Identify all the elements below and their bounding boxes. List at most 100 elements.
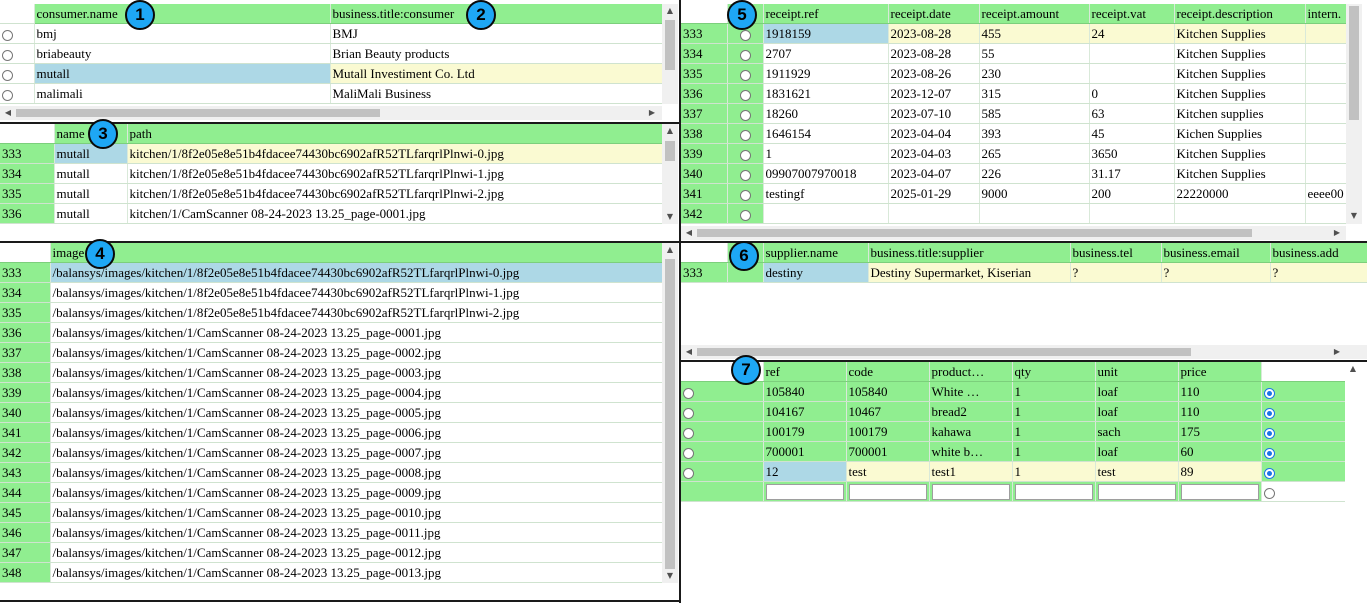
table-row[interactable]: 104167 10467 bread2 1 loaf 110 bbox=[681, 401, 1346, 423]
receipt-date-cell[interactable]: 2023-04-07 bbox=[888, 163, 980, 185]
image-path-cell[interactable]: /balansys/images/kitchen/1/CamScanner 08… bbox=[50, 422, 663, 444]
table-row[interactable]: 336 mutall kitchen/1/CamScanner 08-24-20… bbox=[0, 203, 663, 225]
column-header[interactable]: receipt.description bbox=[1174, 4, 1306, 25]
table-row[interactable]: malimali MaliMali Business bbox=[0, 83, 663, 105]
receipt-amount-cell[interactable]: 455 bbox=[979, 23, 1090, 45]
path-cell[interactable]: kitchen/1/CamScanner 08-24-2023 13.25_pa… bbox=[127, 203, 663, 225]
row-radio[interactable] bbox=[727, 183, 764, 205]
receipt-amount-cell[interactable]: 230 bbox=[979, 63, 1090, 85]
path-cell[interactable]: kitchen/1/8f2e05e8e51b4fdacee74430bc6902… bbox=[127, 183, 663, 205]
vertical-scrollbar[interactable]: ▲ ▼ bbox=[662, 124, 678, 224]
item-qty-cell[interactable]: 1 bbox=[1012, 381, 1096, 403]
row-radio[interactable] bbox=[727, 43, 764, 65]
receipt-date-cell[interactable]: 2023-12-07 bbox=[888, 83, 980, 105]
item-code-cell[interactable]: 10467 bbox=[846, 401, 930, 423]
radio-button[interactable] bbox=[739, 189, 751, 201]
horizontal-scrollbar[interactable]: ◀ ▶ bbox=[681, 226, 1346, 240]
business-title-cell[interactable]: Mutall Investiment Co. Ltd bbox=[330, 63, 663, 85]
item-product-cell[interactable]: test1 bbox=[929, 461, 1013, 483]
path-cell[interactable]: kitchen/1/8f2e05e8e51b4fdacee74430bc6902… bbox=[127, 163, 663, 185]
image-path-cell[interactable]: /balansys/images/kitchen/1/8f2e05e8e51b4… bbox=[50, 302, 663, 324]
business-title-cell[interactable]: BMJ bbox=[330, 23, 663, 45]
receipt-description-cell[interactable]: Kitchen Supplies bbox=[1174, 23, 1306, 45]
image-path-cell[interactable]: /balansys/images/kitchen/1/8f2e05e8e51b4… bbox=[50, 262, 663, 284]
receipt-date-cell[interactable]: 2023-08-26 bbox=[888, 63, 980, 85]
column-header[interactable]: business.title:supplier bbox=[868, 243, 1071, 264]
table-row[interactable]: 338 1646154 2023-04-04 393 45 Kichen Supplies bbox=[681, 123, 1347, 145]
receipt-amount-cell[interactable]: 265 bbox=[979, 143, 1090, 165]
image-path-cell[interactable]: /balansys/images/kitchen/1/8f2e05e8e51b4… bbox=[50, 282, 663, 304]
item-code-cell[interactable]: test bbox=[846, 461, 930, 483]
supplier-tel-cell[interactable]: ? bbox=[1070, 262, 1162, 284]
receipt-description-cell[interactable]: Kitchen Supplies bbox=[1174, 143, 1306, 165]
row-radio[interactable] bbox=[727, 203, 764, 225]
scroll-down-arrow-icon[interactable]: ▼ bbox=[662, 210, 678, 224]
receipt-date-cell[interactable]: 2023-08-28 bbox=[888, 43, 980, 65]
item-price-cell[interactable]: 89 bbox=[1178, 461, 1262, 483]
horizontal-scrollbar[interactable]: ◀ ▶ bbox=[0, 106, 662, 120]
new-item-row[interactable] bbox=[681, 481, 1346, 503]
item-unit-cell[interactable]: loaf bbox=[1095, 441, 1179, 463]
radio-button[interactable] bbox=[739, 69, 751, 81]
row-radio[interactable] bbox=[727, 143, 764, 165]
item-qty-cell[interactable]: 1 bbox=[1012, 421, 1096, 443]
new-item-product-input[interactable] bbox=[931, 483, 1010, 500]
scrollbar-thumb[interactable] bbox=[1349, 6, 1359, 120]
scrollbar-thumb[interactable] bbox=[665, 20, 675, 70]
receipt-description-cell[interactable]: Kitchen supplies bbox=[1174, 103, 1306, 125]
image-path-cell[interactable]: /balansys/images/kitchen/1/CamScanner 08… bbox=[50, 542, 663, 564]
image-path-cell[interactable]: /balansys/images/kitchen/1/CamScanner 08… bbox=[50, 562, 663, 584]
receipt-amount-cell[interactable]: 9000 bbox=[979, 183, 1090, 205]
scroll-right-arrow-icon[interactable]: ▶ bbox=[644, 106, 660, 120]
receipt-date-cell[interactable]: 2023-04-03 bbox=[888, 143, 980, 165]
item-select-radio[interactable] bbox=[1261, 401, 1346, 423]
item-select-radio[interactable] bbox=[1261, 461, 1346, 483]
row-radio[interactable] bbox=[727, 123, 764, 145]
table-row[interactable]: 341 testingf 2025-01-29 9000 200 22220000 eeee… bbox=[681, 183, 1347, 205]
column-header[interactable]: intern. bbox=[1305, 4, 1347, 25]
item-price-cell[interactable]: 110 bbox=[1178, 401, 1262, 423]
supplier-name-cell[interactable]: destiny bbox=[763, 262, 869, 284]
new-item-product-cell[interactable] bbox=[929, 481, 1013, 503]
receipt-vat-cell[interactable]: 45 bbox=[1089, 123, 1175, 145]
table-row[interactable]: 339 1 2023-04-03 265 3650 Kitchen Supplies bbox=[681, 143, 1347, 165]
receipt-amount-cell[interactable]: 585 bbox=[979, 103, 1090, 125]
table-row[interactable]: 336 1831621 2023-12-07 315 0 Kitchen Supplies bbox=[681, 83, 1347, 105]
table-row[interactable]: 343/balansys/images/kitchen/1/CamScanner… bbox=[0, 462, 663, 484]
item-select-radio[interactable] bbox=[1261, 481, 1346, 503]
receipt-date-cell[interactable]: 2023-04-04 bbox=[888, 123, 980, 145]
column-header[interactable]: receipt.ref bbox=[763, 4, 889, 25]
image-path-cell[interactable]: /balansys/images/kitchen/1/CamScanner 08… bbox=[50, 382, 663, 404]
radio-button[interactable] bbox=[683, 407, 694, 419]
receipt-description-cell[interactable]: Kitchen Supplies bbox=[1174, 83, 1306, 105]
scroll-left-arrow-icon[interactable]: ◀ bbox=[0, 106, 16, 120]
table-row[interactable]: 335/balansys/images/kitchen/1/8f2e05e8e5… bbox=[0, 302, 663, 324]
table-row[interactable]: mutall Mutall Investiment Co. Ltd bbox=[0, 63, 663, 85]
radio-button[interactable] bbox=[683, 447, 694, 459]
column-header[interactable]: receipt.amount bbox=[979, 4, 1090, 25]
image-path-cell[interactable]: /balansys/images/kitchen/1/CamScanner 08… bbox=[50, 522, 663, 544]
item-select-radio[interactable] bbox=[1261, 421, 1346, 443]
table-row[interactable]: 340/balansys/images/kitchen/1/CamScanner… bbox=[0, 402, 663, 424]
row-radio[interactable] bbox=[0, 63, 35, 85]
table-row[interactable]: 333 destiny Destiny Supermarket, Kiseria… bbox=[681, 262, 1367, 284]
item-ref-cell[interactable]: 700001 bbox=[763, 441, 847, 463]
image-path-cell[interactable]: /balansys/images/kitchen/1/CamScanner 08… bbox=[50, 442, 663, 464]
new-item-ref-cell[interactable] bbox=[763, 481, 847, 503]
vertical-scrollbar[interactable]: ▲ bbox=[1345, 362, 1361, 502]
vertical-scrollbar[interactable]: ▼ bbox=[1346, 4, 1362, 224]
item-price-cell[interactable]: 60 bbox=[1178, 441, 1262, 463]
radio-button[interactable] bbox=[739, 29, 751, 41]
supplier-address-cell[interactable]: ? bbox=[1270, 262, 1367, 284]
row-radio[interactable] bbox=[681, 421, 764, 443]
row-radio[interactable] bbox=[681, 441, 764, 463]
receipt-intern-cell[interactable] bbox=[1305, 203, 1347, 225]
business-title-cell[interactable]: Brian Beauty products bbox=[330, 43, 663, 65]
column-header[interactable]: supplier.name bbox=[763, 243, 869, 264]
table-row[interactable]: 338/balansys/images/kitchen/1/CamScanner… bbox=[0, 362, 663, 384]
item-unit-cell[interactable]: loaf bbox=[1095, 381, 1179, 403]
consumer-name-cell[interactable]: bmj bbox=[34, 23, 331, 45]
scroll-up-arrow-icon[interactable]: ▲ bbox=[662, 4, 678, 18]
receipt-intern-cell[interactable] bbox=[1305, 43, 1347, 65]
table-row[interactable]: 347/balansys/images/kitchen/1/CamScanner… bbox=[0, 542, 663, 564]
